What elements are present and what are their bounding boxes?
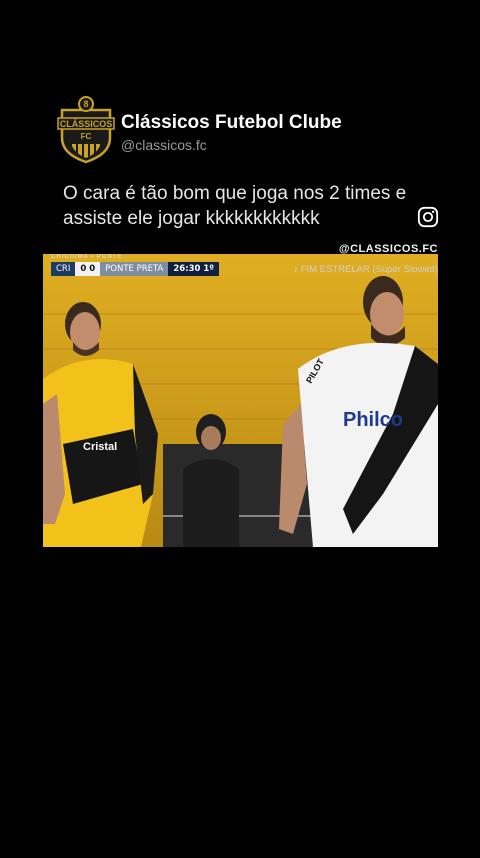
scoreboard-away: PONTE PRETA xyxy=(100,262,169,276)
scoreboard-clock: 26:30 1º xyxy=(168,262,220,276)
scoreboard-score: 0 0 xyxy=(75,262,101,276)
post-caption: O cara é tão bom que joga nos 2 times e … xyxy=(63,183,407,229)
channel-handle[interactable]: @classicos.fc xyxy=(121,137,207,153)
scoreboard: CRI 0 0 PONTE PRETA 26:30 1º xyxy=(51,262,220,276)
channel-logo[interactable]: 8 CLÁSSICOS FC xyxy=(56,96,116,164)
logo-text: CLÁSSICOS xyxy=(60,119,113,129)
logo-badge: 8 xyxy=(83,99,88,109)
logo-sub: FC xyxy=(81,132,92,141)
right-jersey-sponsor: Philco xyxy=(343,409,403,431)
left-jersey-sponsor: Cristal xyxy=(83,441,117,453)
channel-name[interactable]: Clássicos Futebol Clube xyxy=(121,112,342,134)
scoreboard-home: CRI xyxy=(51,262,76,276)
scoreboard-top-label: CRICIÚMA ▪ PONTE xyxy=(51,254,123,260)
video-player[interactable]: Cristal Philco PILOT CRICIÚMA ▪ PONTE CR… xyxy=(43,254,438,547)
instagram-icon[interactable] xyxy=(417,206,439,228)
music-label: ♪ FIM ESTRELAR (Super Slowed) xyxy=(293,264,438,275)
video-frame: Cristal Philco PILOT xyxy=(43,254,438,547)
